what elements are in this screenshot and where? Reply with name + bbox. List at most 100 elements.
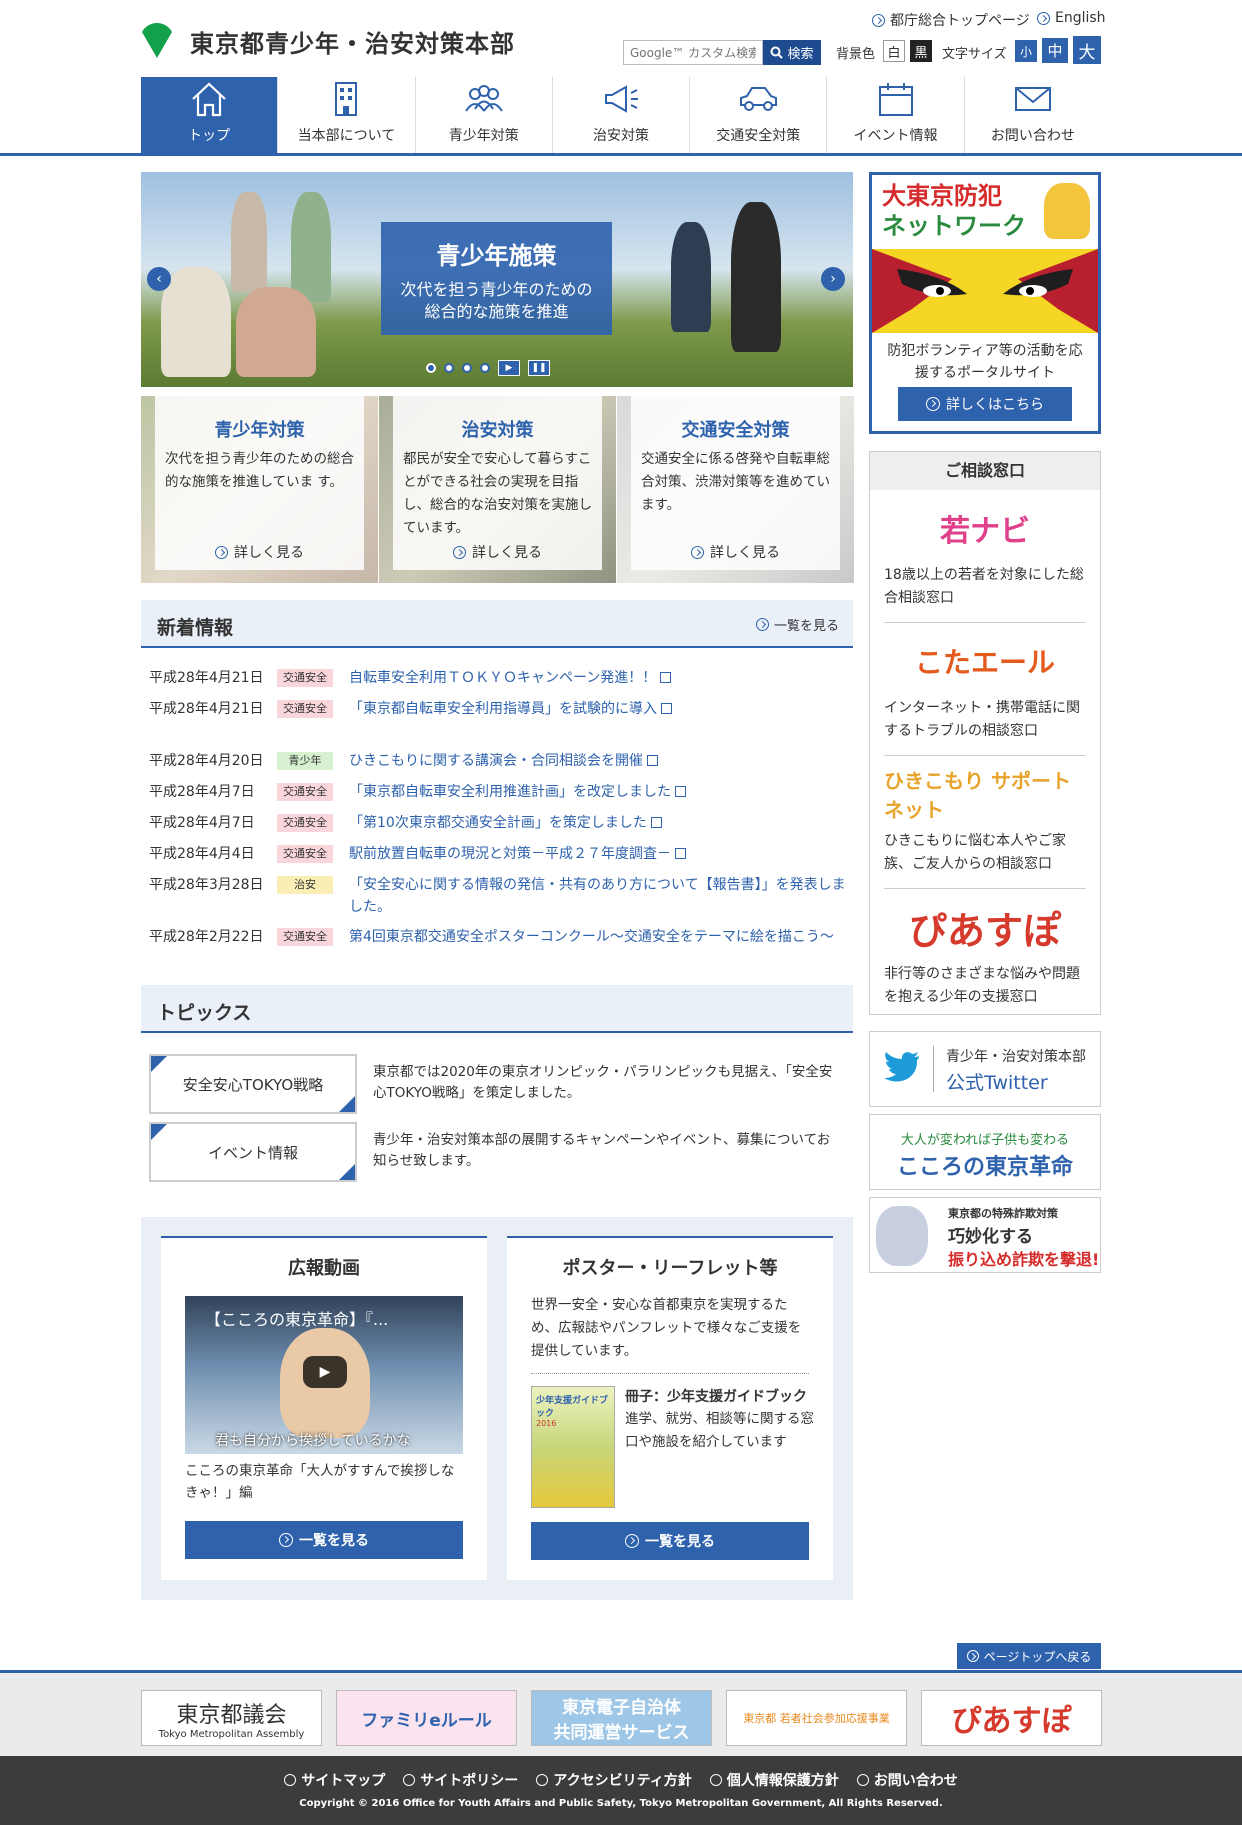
english-link[interactable]: English <box>1037 10 1106 26</box>
kabuki-eyes-graphic <box>872 249 1098 333</box>
search-icon <box>770 46 784 59</box>
booklet-cover[interactable]: 少年支援ガイドブック 2016 <box>531 1386 615 1508</box>
footer-link-accessibility[interactable]: アクセシビリティ方針 <box>536 1770 692 1790</box>
chevron-circle-icon <box>926 397 940 411</box>
footer-banner-piaspo[interactable]: ぴあすぽ <box>921 1690 1102 1746</box>
hero-subtitle-line: 総合的な施策を推進 <box>424 302 569 321</box>
news-link[interactable]: 第4回東京都交通安全ポスターコンクール～交通安全をテーマに絵を描こう～ <box>349 926 849 948</box>
news-link[interactable]: 「第10次東京都交通安全計画」を策定しました <box>349 812 849 834</box>
footer-link-privacy[interactable]: 個人情報保護方針 <box>709 1770 839 1790</box>
consultation-section: ご相談窓口 若ナビ 18歳以上の若者を対象にした総合相談窓口 こたエール インタ… <box>869 451 1101 1015</box>
hero-slider[interactable]: 青少年施策 次代を担う青少年のための 総合的な施策を推進 ‹ › ▶ ❚❚ <box>141 172 853 387</box>
search-input[interactable] <box>623 40 763 65</box>
news-link[interactable]: 「東京都自転車安全利用推進計画」を改定しました <box>349 781 849 803</box>
slide-dot[interactable] <box>444 363 454 373</box>
news-item: 平成28年4月21日 交通安全 「東京都自転車安全利用指導員」を試験的に導入 <box>149 698 849 720</box>
nav-item-safety[interactable]: 治安対策 <box>553 77 691 153</box>
play-icon[interactable]: ▶ <box>498 360 520 376</box>
chevron-right-icon: › <box>830 271 836 287</box>
poster-list-button[interactable]: 一覧を見る <box>531 1522 809 1560</box>
news-date: 平成28年4月4日 <box>149 846 255 862</box>
consultation-piaspo[interactable]: ぴあすぽ 非行等のさまざまな悩みや問題を抱える少年の支援窓口 <box>884 897 1086 1012</box>
pause-icon[interactable]: ❚❚ <box>528 360 550 376</box>
news-more-link[interactable]: 一覧を見る <box>755 615 839 634</box>
topic-button-label: イベント情報 <box>207 1143 298 1162</box>
news-date: 平成28年4月21日 <box>149 701 264 717</box>
footer-link-sitemap[interactable]: サイトマップ <box>284 1770 385 1790</box>
news-link[interactable]: ひきこもりに関する講演会・合同相談会を開催 <box>349 750 849 772</box>
video-player[interactable]: 【こころの東京革命】『... ▶ 君も自分から挨拶しているかな <box>185 1296 463 1454</box>
hero-pagination: ▶ ❚❚ <box>426 360 550 376</box>
feature-youth[interactable]: 青少年対策 次代を担う青少年のための総合的な施策を推進していま す。 詳しく見る <box>141 396 378 583</box>
feature-more-link[interactable]: 詳しく見る <box>393 542 602 562</box>
nav-item-youth[interactable]: 青少年対策 <box>416 77 553 153</box>
footer-banner-assembly[interactable]: 東京都議会 Tokyo Metropolitan Assembly <box>141 1690 322 1746</box>
footer-banner-youth-participation[interactable]: 東京都 若者社会参加応援事業 <box>726 1690 907 1746</box>
nav-item-about[interactable]: 当本部について <box>278 77 416 153</box>
font-large-button[interactable]: 大 <box>1073 36 1101 64</box>
topic-tokyo-strategy-button[interactable]: 安全安心TOKYO戦略 <box>149 1054 357 1114</box>
bg-black-button[interactable]: 黒 <box>910 40 932 62</box>
news-title: 駅前放置自転車の現況と対策－平成２７年度調査－ <box>349 846 671 862</box>
crime-prevention-network-banner[interactable]: 大東京防犯 ネットワーク 防犯ボランティア等の活動を応援するポータルサイト 詳し… <box>869 172 1101 434</box>
nav-item-top[interactable]: トップ <box>141 77 279 153</box>
video-caption: こころの東京革命「大人がすすんで挨拶しなきゃ！」編 <box>185 1463 455 1501</box>
slide-dot[interactable] <box>462 363 472 373</box>
chevron-circle-icon <box>536 1774 549 1786</box>
bg-white-button[interactable]: 白 <box>883 40 905 62</box>
copyright: Copyright © 2016 Office for Youth Affair… <box>299 1798 943 1809</box>
kokoro-tokyo-banner[interactable]: 大人が変われば子供も変わる こころの東京革命 <box>869 1114 1101 1190</box>
external-link-icon <box>675 848 686 859</box>
twitter-banner[interactable]: 青少年・治安対策本部 公式Twitter <box>869 1031 1101 1107</box>
nav-label: イベント情報 <box>853 128 938 144</box>
consultation-hikikomori[interactable]: ひきこもり サポートネット ひきこもりに悩む本人やご家族、ご友人からの相談窓口 <box>884 764 1086 889</box>
chevron-left-icon: ‹ <box>156 271 162 287</box>
topic-events-button[interactable]: イベント情報 <box>149 1122 357 1182</box>
footer-banner-e-government[interactable]: 東京電子自治体 共同運営サービス <box>531 1690 712 1746</box>
news-item: 平成28年4月7日 交通安全 「第10次東京都交通安全計画」を策定しました <box>149 812 849 834</box>
topic-button-label: 安全安心TOKYO戦略 <box>182 1075 324 1094</box>
news-category-badge: 交通安全 <box>277 700 333 718</box>
footer-link-site-policy[interactable]: サイトポリシー <box>403 1770 518 1790</box>
feature-more-link[interactable]: 詳しく見る <box>155 542 364 562</box>
page-top-button[interactable]: ページトップへ戻る <box>957 1643 1101 1669</box>
nav-item-events[interactable]: イベント情報 <box>827 77 965 153</box>
consultation-wakanavi[interactable]: 若ナビ 18歳以上の若者を対象にした総合相談窓口 <box>884 498 1086 623</box>
hero-photo-figure <box>236 287 316 377</box>
news-link[interactable]: 「東京都自転車安全利用指導員」を試験的に導入 <box>349 698 849 720</box>
feature-traffic[interactable]: 交通安全対策 交通安全に係る啓発や自転車総合対策、渋滞対策等を進めています。 詳… <box>617 396 854 583</box>
booklet-title[interactable]: 冊子：少年支援ガイドブック <box>625 1386 815 1406</box>
metro-top-link[interactable]: 都庁総合トップページ <box>872 10 1030 30</box>
bouhan-details-button[interactable]: 詳しくはこちら <box>898 387 1072 421</box>
play-icon[interactable]: ▶ <box>303 1356 347 1388</box>
poster-card: ポスター・リーフレット等 世界一安全・安心な首都東京を実現するため、広報誌やパン… <box>507 1236 833 1580</box>
hero-prev-button[interactable]: ‹ <box>147 267 171 291</box>
site-title[interactable]: 東京都青少年・治安対策本部 <box>190 24 515 59</box>
font-medium-button[interactable]: 中 <box>1042 38 1068 63</box>
chevron-circle-icon <box>709 1774 722 1786</box>
news-link[interactable]: 駅前放置自転車の現況と対策－平成２７年度調査－ <box>349 843 849 865</box>
feature-safety[interactable]: 治安対策 都民が安全で安心して暮らすことができる社会の実現を目指し、総合的な治安… <box>379 396 616 583</box>
search-button[interactable]: 検索 <box>763 40 821 65</box>
chevron-circle-icon <box>403 1774 416 1786</box>
feature-more-link[interactable]: 詳しく見る <box>631 542 840 562</box>
news-title: 「東京都自転車安全利用指導員」を試験的に導入 <box>349 701 657 717</box>
nav-item-traffic[interactable]: 交通安全対策 <box>690 77 828 153</box>
footer-banner-family-e-rule[interactable]: ファミリeルール <box>336 1690 517 1746</box>
font-small-button[interactable]: 小 <box>1015 40 1037 62</box>
news-date: 平成28年4月20日 <box>149 753 264 769</box>
news-category-badge: 交通安全 <box>277 783 333 801</box>
chevron-circle-icon <box>1037 11 1050 25</box>
news-link[interactable]: 「安全安心に関する情報の発信・共有のあり方について【報告書】」を発表しました。 <box>349 874 849 918</box>
footer-link-contact[interactable]: お問い合わせ <box>856 1770 958 1790</box>
fraud-prevention-banner[interactable]: 東京都の特殊詐欺対策 巧妙化する 振り込め詐欺を撃退! <box>869 1197 1101 1273</box>
news-link[interactable]: 自転車安全利用ＴＯＫＹＯキャンペーン発進！！ <box>349 667 849 689</box>
consultation-kotaeru[interactable]: こたエール インターネット・携帯電話に関するトラブルの相談窓口 <box>884 631 1086 756</box>
twitter-line2: 公式Twitter <box>946 1072 1048 1094</box>
slide-dot-active[interactable] <box>426 363 436 373</box>
megaphone-icon <box>604 85 638 113</box>
slide-dot[interactable] <box>480 363 490 373</box>
nav-item-contact[interactable]: お問い合わせ <box>965 77 1101 153</box>
hero-next-button[interactable]: › <box>821 267 845 291</box>
video-list-button[interactable]: 一覧を見る <box>185 1521 463 1559</box>
